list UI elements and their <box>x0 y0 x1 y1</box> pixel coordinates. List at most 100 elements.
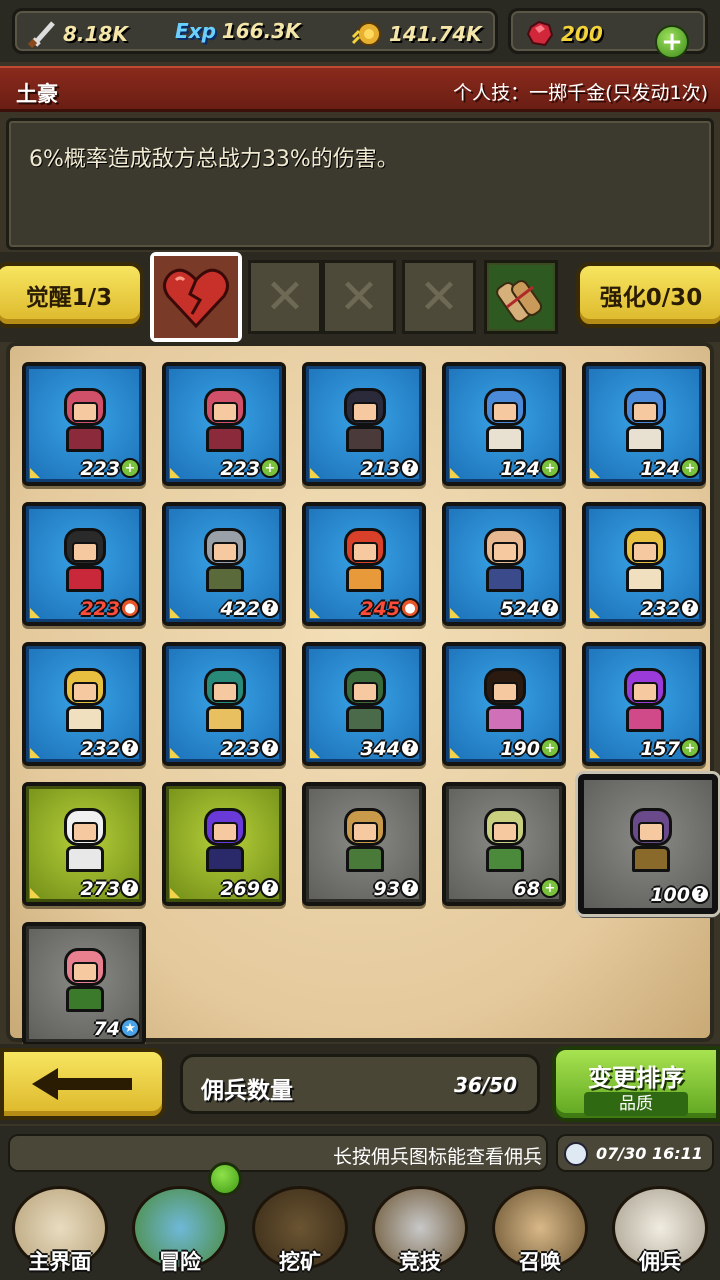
mercenary-level: 223 <box>220 738 260 760</box>
rarity-corner <box>30 748 40 758</box>
mercenary-card[interactable]: 68 + <box>442 782 566 906</box>
mercenary-level: 344 <box>360 738 400 760</box>
mercenary-card[interactable]: 223 + <box>22 362 146 486</box>
nav-label: 冒险 <box>159 1250 201 1274</box>
mercenary-card[interactable]: 74 ★ <box>22 922 146 1046</box>
mercenary-level: 232 <box>80 738 120 760</box>
mercenary-card[interactable]: 273? <box>22 782 146 906</box>
awaken-slot-locked[interactable]: ✕ <box>402 260 476 334</box>
mercenary-card[interactable]: 269? <box>162 782 286 906</box>
nav-mining[interactable]: 挖矿 <box>240 1176 360 1280</box>
nav-label: 佣兵 <box>639 1250 681 1274</box>
mercenary-portrait <box>56 944 114 1014</box>
mercenary-card[interactable]: 232? <box>582 502 706 626</box>
rarity-corner <box>590 468 600 478</box>
upgrade-available-icon: + <box>680 458 700 478</box>
resource-panel: 8.18K Exp 166.3K 141.74K <box>12 8 498 54</box>
exp-stat: Exp 166.3K <box>175 19 301 43</box>
mercenary-card[interactable]: 124 + <box>442 362 566 486</box>
mercenary-card[interactable]: 524? <box>442 502 566 626</box>
exp-icon: Exp <box>175 19 216 43</box>
back-button[interactable] <box>0 1048 166 1120</box>
nav-summon[interactable]: 召唤 <box>480 1176 600 1280</box>
gold-value: 141.74K <box>389 22 482 46</box>
gem-panel: 200 + <box>508 8 708 59</box>
upgrade-available-icon: + <box>260 458 280 478</box>
awaken-slot-locked[interactable]: ✕ <box>248 260 322 334</box>
tip-ticker: 长按佣兵图标能查看佣兵 <box>8 1134 548 1172</box>
enhance-button[interactable]: 强化0/30 <box>576 262 720 328</box>
mercenary-portrait <box>476 664 534 734</box>
mercenary-level: 223 <box>220 458 260 480</box>
mercenary-level: 223 <box>80 458 120 480</box>
mercenary-level: 422 <box>220 598 260 620</box>
back-arrow-icon <box>32 1068 132 1100</box>
mercenary-card[interactable]: 157 + <box>582 642 706 766</box>
mercenary-card[interactable]: 223 + <box>162 362 286 486</box>
sort-button[interactable]: 变更排序 品质 <box>552 1046 720 1122</box>
mercenary-level: 93 <box>373 878 400 900</box>
mercenary-portrait <box>56 664 114 734</box>
fire-status-icon: ● <box>120 598 140 618</box>
gold-coin-icon <box>351 22 381 46</box>
mercenary-name: 土豪 <box>16 82 58 106</box>
control-row: 佣兵数量 36/50 变更排序 品质 <box>0 1044 720 1124</box>
clock: 07/30 16:11 <box>556 1134 714 1172</box>
nav-mercenary[interactable]: 佣兵 <box>600 1176 720 1280</box>
broken-heart-icon <box>154 256 238 338</box>
exp-value: 166.3K <box>221 19 301 43</box>
mercenary-portrait <box>336 664 394 734</box>
tip-text: 长按佣兵图标能查看佣兵 <box>332 1146 542 1168</box>
gem-stat: 200 <box>525 19 603 49</box>
mercenary-card[interactable]: 344? <box>302 642 426 766</box>
mercenary-card[interactable]: 223 ● <box>22 502 146 626</box>
mercenary-level: 223 <box>80 598 120 620</box>
mercenary-portrait <box>56 804 114 874</box>
awaken-slot-active[interactable] <box>150 252 242 342</box>
mercenary-level: 245 <box>360 598 400 620</box>
mercenary-level: 157 <box>640 738 680 760</box>
skill-description-panel: 6%概率造成敌方总战力33%的伤害。 <box>6 118 714 250</box>
bottom-nav: 主界面 冒险 挖矿 竞技 召唤 佣兵 <box>0 1162 720 1280</box>
awaken-button[interactable]: 觉醒1/3 <box>0 262 144 328</box>
rarity-corner <box>450 468 460 478</box>
rarity-corner <box>30 468 40 478</box>
mercenary-portrait <box>476 524 534 594</box>
mercenary-level: 74 <box>93 1018 120 1040</box>
mercenary-card[interactable]: 124 + <box>582 362 706 486</box>
mercenary-card[interactable]: 190 + <box>442 642 566 766</box>
mercenary-level: 269 <box>220 878 260 900</box>
mercenary-portrait <box>56 524 114 594</box>
mercenary-count-value: 36/50 <box>454 1073 517 1097</box>
awaken-slot-locked[interactable]: ✕ <box>322 260 396 334</box>
mercenary-card[interactable]: 213? <box>302 362 426 486</box>
star-status-icon: ★ <box>120 1018 140 1038</box>
clock-time: 07/30 16:11 <box>596 1144 703 1163</box>
enhance-scroll-slot[interactable] <box>484 260 558 334</box>
skill-header: 土豪 个人技：一掷千金(只发动1次) <box>0 66 720 112</box>
add-gems-button[interactable]: + <box>655 25 689 59</box>
nav-main[interactable]: 主界面 <box>0 1176 120 1280</box>
locked-x-icon: ✕ <box>338 269 380 325</box>
mercenary-card[interactable]: 223? <box>162 642 286 766</box>
mercenary-level: 273 <box>80 878 120 900</box>
mercenary-card[interactable]: 100? <box>578 774 718 914</box>
mercenary-card[interactable]: 93? <box>302 782 426 906</box>
skill-description: 6%概率造成敌方总战力33%的伤害。 <box>29 147 399 172</box>
info-icon: ? <box>120 738 140 758</box>
nav-adventure[interactable]: 冒险 <box>120 1162 242 1280</box>
mercenary-card[interactable]: 245 ● <box>302 502 426 626</box>
nav-arena[interactable]: 竞技 <box>360 1176 480 1280</box>
notification-dot <box>208 1162 242 1196</box>
upgrade-available-icon: + <box>540 738 560 758</box>
mercenary-card[interactable]: 422? <box>162 502 286 626</box>
mercenary-portrait <box>196 384 254 454</box>
rarity-corner <box>310 748 320 758</box>
info-icon: ? <box>120 878 140 898</box>
rarity-corner <box>30 608 40 618</box>
mercenary-portrait <box>196 664 254 734</box>
attack-stat: 8.18K <box>27 19 128 49</box>
mercenary-level: 232 <box>640 598 680 620</box>
mercenary-card[interactable]: 232? <box>22 642 146 766</box>
mercenary-portrait <box>616 664 674 734</box>
